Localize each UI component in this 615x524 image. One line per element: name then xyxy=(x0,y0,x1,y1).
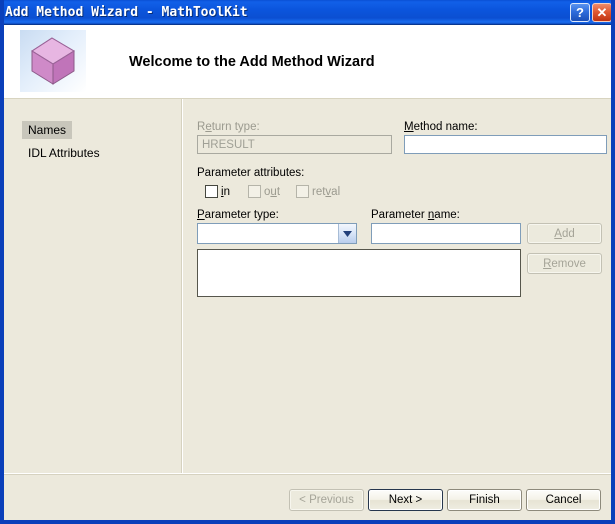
method-name-label: Method name: xyxy=(404,121,478,133)
parameter-list[interactable] xyxy=(197,249,521,297)
cancel-button[interactable]: Cancel xyxy=(526,489,601,511)
method-name-input[interactable] xyxy=(404,135,607,154)
pink-cube-icon xyxy=(20,29,86,92)
checkbox-in-box[interactable] xyxy=(205,185,218,198)
checkbox-retval: retval xyxy=(296,185,340,198)
checkbox-out: out xyxy=(248,185,280,198)
title-bar-buttons: ? ✕ xyxy=(570,2,611,22)
wizard-main-panel: Return type: HRESULT Method name: Parame… xyxy=(182,99,611,473)
checkbox-out-label: out xyxy=(264,185,281,198)
next-button[interactable]: Next > xyxy=(368,489,443,511)
add-method-wizard-window: Add Method Wizard - MathToolKit ? ✕ Welc… xyxy=(0,0,615,524)
finish-button[interactable]: Finish xyxy=(447,489,522,511)
parameter-name-label: Parameter name: xyxy=(371,209,460,221)
previous-button: < Previous xyxy=(289,489,364,511)
parameter-type-value xyxy=(198,224,338,243)
parameter-type-combobox[interactable] xyxy=(197,223,357,244)
sidebar-item-idl-attributes[interactable]: IDL Attributes xyxy=(22,144,106,162)
checkbox-out-box xyxy=(248,185,261,198)
title-bar[interactable]: Add Method Wizard - MathToolKit ? ✕ xyxy=(4,0,611,25)
sidebar-row-idl-attributes: IDL Attributes xyxy=(4,144,181,162)
sidebar-row-names: Names xyxy=(4,121,181,139)
return-type-label: Return type: xyxy=(197,121,260,133)
footer-divider xyxy=(4,474,611,475)
checkbox-retval-label: retval xyxy=(312,185,341,198)
checkbox-retval-box xyxy=(296,185,309,198)
window-title: Add Method Wizard - MathToolKit xyxy=(5,4,248,20)
wizard-step-list: Names IDL Attributes xyxy=(4,99,182,473)
wizard-header: Welcome to the Add Method Wizard xyxy=(4,25,611,99)
close-icon[interactable]: ✕ xyxy=(592,2,611,22)
parameter-type-label: Parameter type: xyxy=(197,209,279,221)
parameter-name-input[interactable] xyxy=(371,223,521,244)
add-button: Add xyxy=(527,223,602,244)
return-type-input: HRESULT xyxy=(197,135,392,154)
wizard-body: Names IDL Attributes Return type: HRESUL… xyxy=(4,99,611,473)
sidebar-item-names[interactable]: Names xyxy=(22,121,73,139)
wizard-footer: < Previous Next > Finish Cancel xyxy=(4,473,611,520)
page-title: Welcome to the Add Method Wizard xyxy=(129,53,375,70)
parameter-attributes-label: Parameter attributes: xyxy=(197,167,305,179)
help-icon[interactable]: ? xyxy=(570,2,590,22)
remove-button: Remove xyxy=(527,253,602,274)
checkbox-in-label: in xyxy=(221,185,230,198)
chevron-down-icon[interactable] xyxy=(338,224,356,243)
checkbox-in[interactable]: in xyxy=(205,185,230,198)
